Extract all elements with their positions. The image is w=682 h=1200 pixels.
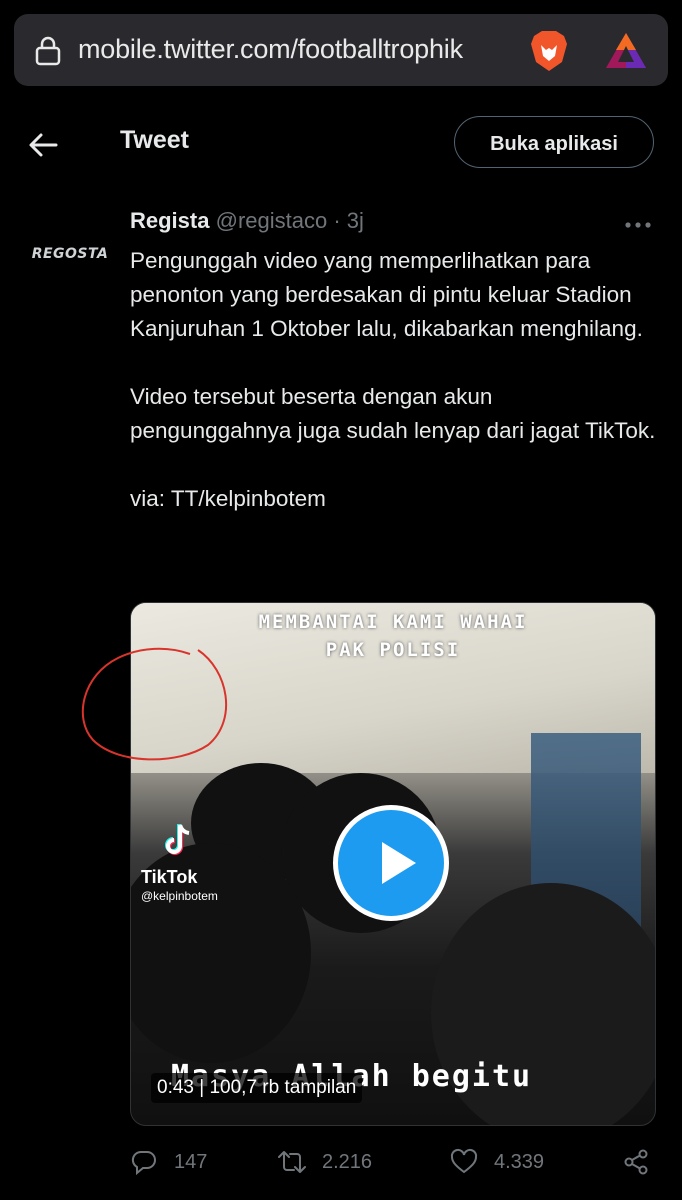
address-bar[interactable]: mobile.twitter.com/footballtrophik [14, 14, 668, 86]
tweet-page-header: Tweet Buka aplikasi [0, 100, 682, 188]
tiktok-watermark-handle: @kelpinbotem [141, 889, 218, 903]
video-view-count: 100,7 rb tampilan [209, 1077, 357, 1098]
url-text[interactable]: mobile.twitter.com/footballtrophik [78, 34, 463, 65]
annotation-circle [81, 647, 228, 761]
retweet-action[interactable]: 2.216 [278, 1140, 372, 1184]
tweet-author-line: Regista @registaco · 3j [130, 208, 364, 234]
brave-rewards-icon[interactable] [604, 30, 648, 72]
tweet-time[interactable]: 3j [347, 208, 364, 233]
avatar[interactable]: REGOSTA [28, 212, 112, 296]
like-icon[interactable] [450, 1148, 478, 1176]
browser-toolbar: mobile.twitter.com/footballtrophik [0, 0, 682, 100]
reply-icon[interactable] [130, 1148, 158, 1176]
tiktok-watermark-label: TikTok [141, 867, 198, 887]
video-stats-badge: 0:43 | 100,7 rb tampilan [151, 1073, 363, 1103]
play-button[interactable] [333, 805, 449, 921]
tiktok-icon [165, 824, 190, 855]
play-icon[interactable] [378, 840, 418, 886]
more-icon[interactable] [622, 218, 654, 232]
author-name[interactable]: Regista [130, 208, 209, 233]
tweet-action-bar: 147 2.216 4.339 [130, 1140, 660, 1184]
like-count: 4.339 [494, 1150, 545, 1173]
brave-lion-icon[interactable] [526, 28, 572, 74]
share-action[interactable] [622, 1140, 666, 1184]
video-duration: 0:43 [157, 1077, 194, 1098]
page-title: Tweet [120, 126, 189, 154]
reply-count: 147 [174, 1150, 208, 1173]
retweet-count: 2.216 [322, 1150, 373, 1173]
meta-separator: · [333, 208, 341, 233]
video-stats-separator: | [199, 1077, 210, 1098]
tweet-text: Pengunggah video yang memperlihatkan par… [130, 248, 656, 511]
avatar-logo-text: REGOSTA [31, 246, 109, 262]
like-action[interactable]: 4.339 [450, 1140, 544, 1184]
share-icon[interactable] [622, 1148, 650, 1176]
author-handle[interactable]: @registaco [216, 208, 328, 233]
reply-action[interactable]: 147 [130, 1140, 207, 1184]
video-caption-top-line1: MEMBANTAI KAMI WAHAI [258, 611, 528, 633]
open-app-button[interactable]: Buka aplikasi [454, 116, 654, 168]
lock-icon[interactable] [34, 36, 62, 66]
retweet-icon[interactable] [278, 1148, 306, 1176]
back-arrow-icon[interactable] [26, 128, 60, 162]
